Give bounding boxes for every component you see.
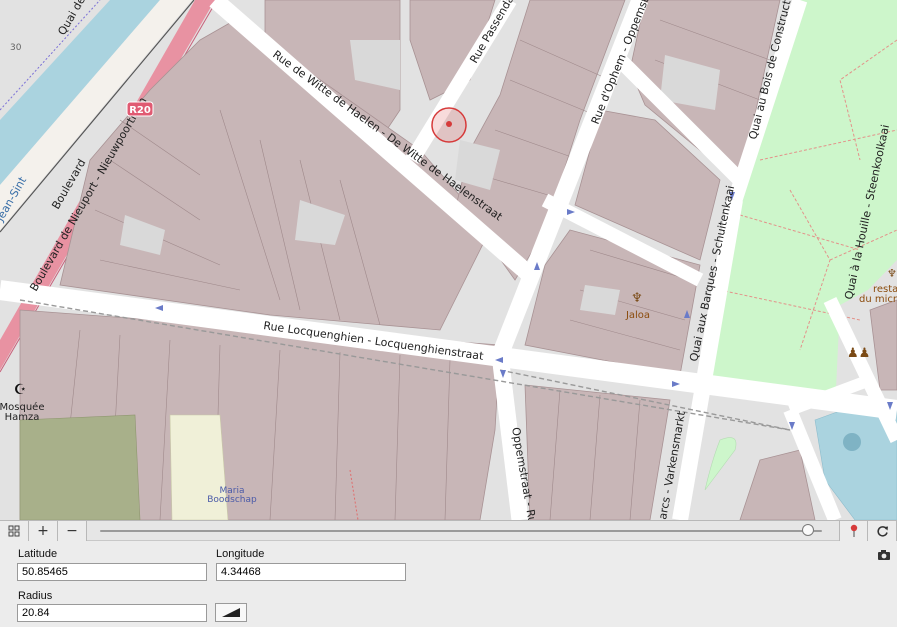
restaurant-icon-2: ♆ [887,267,897,280]
location-dot-icon [446,121,452,127]
camera-button[interactable] [876,548,892,562]
zoom-slider-knob[interactable] [801,524,814,536]
map-canvas[interactable]: Rue de Witte de Haelen - De Witte de Hae… [0,0,897,520]
green-patch [19,414,141,520]
location-panel: Latitude Longitude Radius [0,541,897,627]
longitude-label: Longitude [216,548,265,560]
camera-icon [878,550,890,560]
poi-label-boodschap: Boodschap [207,495,257,505]
location-marker[interactable] [431,107,467,143]
grid-icon [8,525,20,537]
latitude-field[interactable] [17,563,207,581]
pin-icon [850,524,857,537]
radius-shape-button[interactable] [215,603,247,622]
zoom-out-button[interactable]: − [58,521,87,541]
radius-field[interactable] [17,604,207,622]
refresh-icon [876,525,888,537]
refresh-button[interactable] [868,521,897,541]
road-shield-r20: R20 [126,101,154,117]
grid-view-button[interactable] [0,521,29,541]
svg-text:R20: R20 [129,105,151,116]
poi-label-micr: du micr [859,294,897,305]
longitude-field[interactable] [216,563,406,581]
zoom-slider-track[interactable] [100,530,822,532]
zoom-in-button[interactable]: + [29,521,58,541]
crescent-icon: ☪ [14,382,27,398]
drop-pin-button[interactable] [839,521,868,541]
restaurant-icon: ♆ [631,291,643,306]
toilets-icon: ♟♟ [847,346,870,361]
map-view[interactable]: Rue de Witte de Haelen - De Witte de Hae… [0,0,897,520]
fountain [843,433,861,451]
poi-toilets[interactable]: ♟♟ [847,346,870,361]
poi-label-jaloa: Jaloa [625,310,650,321]
map-toolbar: + − [0,520,897,541]
latitude-label: Latitude [18,548,58,560]
house-number: 30 [10,43,22,53]
wedge-icon [222,608,240,617]
poi-label-hamza: Hamza [5,412,40,423]
radius-label: Radius [18,590,53,602]
